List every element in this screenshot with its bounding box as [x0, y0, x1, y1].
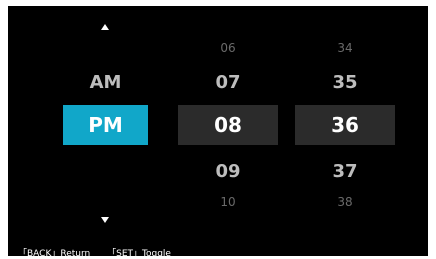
- hour-option[interactable]: 06: [178, 41, 278, 55]
- ampm-option-am[interactable]: AM: [63, 72, 148, 93]
- hour-selected[interactable]: 08: [178, 105, 278, 145]
- ampm-selected[interactable]: PM: [63, 105, 148, 145]
- hour-option[interactable]: 10: [178, 195, 278, 209]
- hour-option[interactable]: 07: [178, 72, 278, 93]
- minute-option[interactable]: 34: [295, 41, 395, 55]
- minute-selected[interactable]: 36: [295, 105, 395, 145]
- minute-column[interactable]: 34 35 36 37 38: [295, 6, 395, 256]
- footer-hints: 「BACK」Return 「SET」Toggle: [18, 246, 185, 259]
- minute-option[interactable]: 37: [295, 161, 395, 182]
- hour-column[interactable]: 06 07 08 09 10: [178, 6, 278, 256]
- down-arrow-icon[interactable]: [101, 217, 109, 223]
- time-picker-screen: AM PM 06 07 08 09 10 34 35 36 37 38 「BAC…: [8, 6, 428, 259]
- minute-option[interactable]: 35: [295, 72, 395, 93]
- minute-option[interactable]: 38: [295, 195, 395, 209]
- ampm-column[interactable]: AM PM: [63, 6, 148, 256]
- up-arrow-icon[interactable]: [101, 24, 109, 30]
- hour-option[interactable]: 09: [178, 161, 278, 182]
